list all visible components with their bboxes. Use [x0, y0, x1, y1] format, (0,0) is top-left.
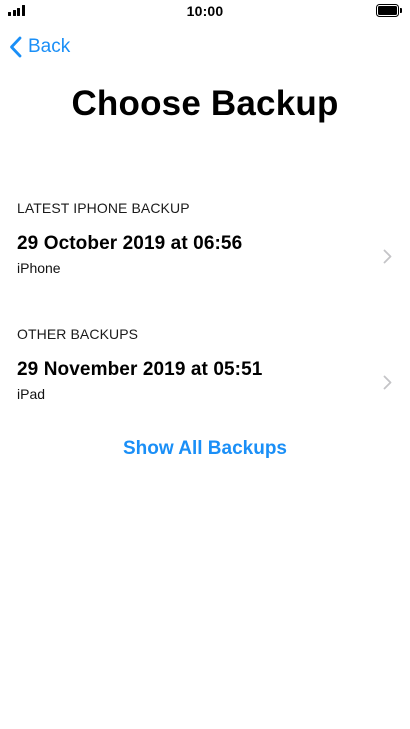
- chevron-right-icon: [383, 375, 392, 390]
- backup-row-latest[interactable]: 29 October 2019 at 06:56 iPhone: [0, 233, 410, 287]
- back-label: Back: [28, 36, 71, 57]
- battery-icon: [376, 4, 402, 17]
- chevron-left-icon: [10, 36, 22, 58]
- choose-backup-screen: 10:00 Back Choose Backup LATEST IPHONE B…: [0, 0, 410, 729]
- backup-date: 29 October 2019 at 06:56: [17, 233, 243, 254]
- backup-date: 29 November 2019 at 05:51: [17, 359, 263, 380]
- backup-device: iPad: [17, 386, 46, 402]
- section-header-other: OTHER BACKUPS: [17, 326, 139, 342]
- backup-row-other[interactable]: 29 November 2019 at 05:51 iPad: [0, 359, 410, 413]
- status-bar: 10:00: [0, 0, 410, 22]
- status-time: 10:00: [186, 3, 224, 19]
- show-all-backups-button[interactable]: Show All Backups: [0, 438, 410, 460]
- page-title: Choose Backup: [71, 84, 339, 123]
- section-header-latest: LATEST IPHONE BACKUP: [17, 200, 190, 216]
- chevron-right-icon: [383, 249, 392, 264]
- backup-device: iPhone: [17, 260, 61, 276]
- back-button[interactable]: Back: [9, 34, 70, 60]
